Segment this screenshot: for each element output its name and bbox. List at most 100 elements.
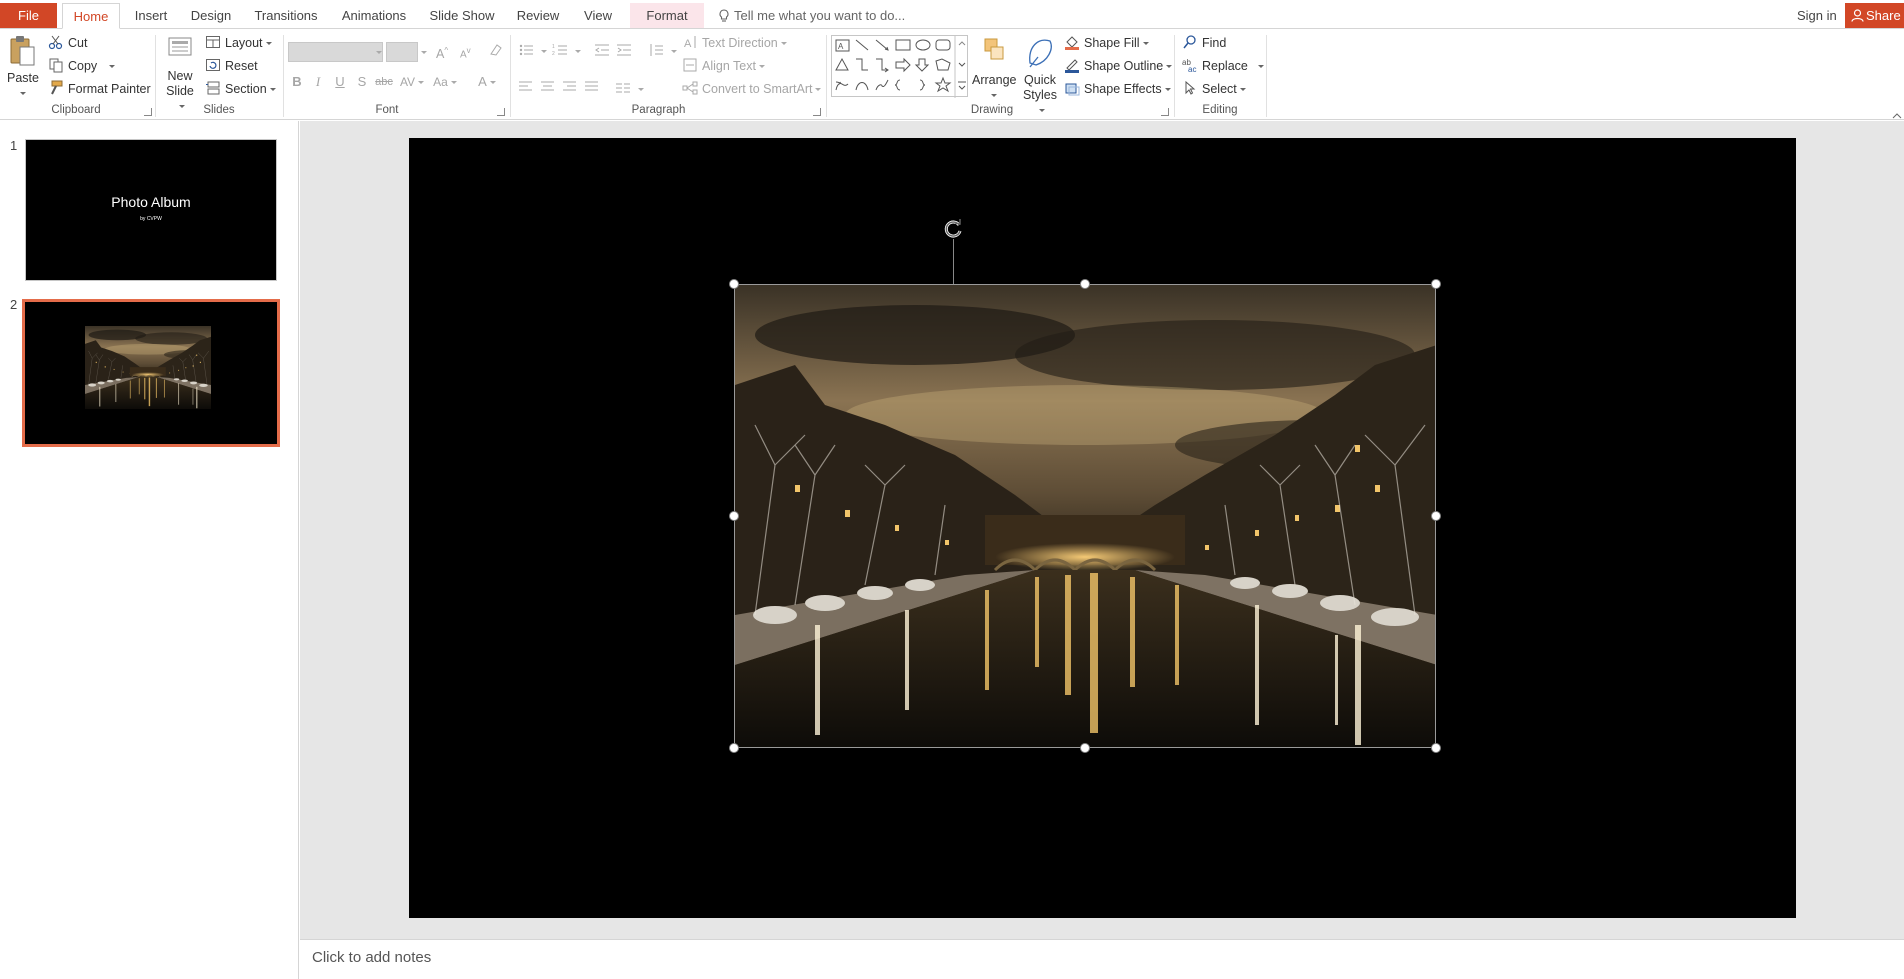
editing-group-label: Editing: [1202, 104, 1238, 116]
columns-button[interactable]: [615, 79, 644, 99]
shape-effects-button[interactable]: Shape Effects: [1064, 79, 1171, 99]
copy-button[interactable]: Copy: [48, 56, 116, 76]
paragraph-launcher-icon[interactable]: [813, 108, 821, 116]
tell-me-search[interactable]: Tell me what you want to do...: [718, 3, 905, 29]
resize-handle-top-left[interactable]: [729, 279, 739, 289]
svg-text:1: 1: [552, 44, 555, 50]
character-spacing-button[interactable]: AV: [399, 72, 425, 92]
arrange-label: Arrange: [972, 73, 1017, 87]
clear-formatting-icon[interactable]: [488, 41, 508, 61]
tab-design[interactable]: Design: [187, 3, 235, 29]
slide-1-subtitle: by CVPW: [140, 216, 162, 222]
sign-in-link[interactable]: Sign in: [1797, 3, 1837, 29]
slide-photo-canal-night[interactable]: [734, 284, 1436, 748]
slide-1-number: 1: [10, 138, 18, 153]
slide-1-title: Photo Album: [111, 194, 191, 210]
notes-pane[interactable]: Click to add notes: [300, 939, 1904, 979]
person-icon: [1851, 9, 1864, 22]
slide-2-thumbnail[interactable]: [22, 299, 280, 447]
shape-fill-label: Shape Fill: [1084, 36, 1140, 50]
bullets-button[interactable]: [518, 41, 547, 61]
svg-text:ac: ac: [1188, 65, 1196, 73]
font-color-button[interactable]: A: [474, 72, 500, 92]
drawing-group-label: Drawing: [970, 104, 1014, 116]
arrange-icon: [984, 38, 1004, 60]
shape-effects-label: Shape Effects: [1084, 82, 1162, 96]
align-text-button[interactable]: Align Text: [682, 56, 765, 76]
tab-insert[interactable]: Insert: [128, 3, 174, 29]
find-button[interactable]: Find: [1182, 33, 1226, 53]
tab-format[interactable]: Format: [630, 3, 704, 29]
font-name-combo[interactable]: [288, 42, 383, 62]
format-painter-button[interactable]: Format Painter: [48, 79, 151, 99]
section-button[interactable]: Section: [205, 79, 276, 99]
align-text-label: Align Text: [702, 59, 756, 73]
scissors-icon: [48, 35, 63, 50]
section-icon: [206, 81, 220, 95]
underline-button[interactable]: U: [331, 72, 349, 92]
editor-vertical-scrollbar[interactable]: [1898, 121, 1904, 939]
change-case-button[interactable]: Aa: [430, 72, 460, 92]
tab-view[interactable]: View: [580, 3, 616, 29]
tab-transitions[interactable]: Transitions: [252, 3, 320, 29]
arrange-button[interactable]: Arrange: [972, 35, 1016, 103]
line-spacing-icon[interactable]: [648, 41, 677, 61]
clipboard-launcher-icon[interactable]: [144, 108, 152, 116]
text-direction-button[interactable]: A Text Direction: [682, 33, 787, 53]
tab-slideshow[interactable]: Slide Show: [427, 3, 497, 29]
svg-text:A: A: [838, 42, 844, 51]
increase-font-icon[interactable]: A^: [436, 41, 448, 61]
layout-button[interactable]: Layout: [205, 33, 272, 53]
new-slide-button[interactable]: New Slide: [162, 35, 198, 114]
italic-button[interactable]: I: [309, 72, 327, 92]
decrease-indent-icon[interactable]: [594, 41, 614, 61]
replace-button[interactable]: ab ac Replace: [1182, 56, 1264, 76]
slide-1-thumbnail[interactable]: Photo Album by CVPW: [25, 139, 277, 281]
notes-placeholder: Click to add notes: [312, 949, 432, 966]
resize-handle-top[interactable]: [1080, 279, 1090, 289]
numbering-button[interactable]: 12: [552, 41, 581, 61]
convert-smartart-button[interactable]: Convert to SmartArt: [682, 79, 822, 99]
slide-editor-area[interactable]: [300, 121, 1904, 939]
font-size-dropdown-icon[interactable]: [418, 42, 427, 62]
font-size-combo[interactable]: [386, 42, 418, 62]
select-button[interactable]: Select: [1182, 79, 1246, 99]
columns-icon: [616, 83, 630, 93]
slide-2-number: 2: [10, 297, 18, 312]
current-slide-canvas[interactable]: [409, 138, 1796, 918]
rotate-handle-icon[interactable]: [942, 217, 964, 239]
text-direction-label: Text Direction: [702, 36, 778, 50]
text-shadow-button[interactable]: S: [353, 72, 371, 92]
resize-handle-left[interactable]: [729, 511, 739, 521]
resize-handle-bottom[interactable]: [1080, 743, 1090, 753]
drawing-launcher-icon[interactable]: [1161, 108, 1169, 116]
tab-review[interactable]: Review: [512, 3, 564, 29]
replace-icon: abac: [1182, 58, 1196, 73]
font-name-dropdown-icon[interactable]: [373, 42, 382, 62]
group-separator: [1266, 35, 1267, 117]
quick-styles-label-1: Quick: [1024, 73, 1056, 87]
tab-home[interactable]: Home: [62, 3, 120, 29]
resize-handle-right[interactable]: [1431, 511, 1441, 521]
resize-handle-bottom-left[interactable]: [729, 743, 739, 753]
shape-outline-button[interactable]: Shape Outline: [1064, 56, 1173, 76]
increase-indent-icon[interactable]: [616, 41, 636, 61]
numbering-icon: 12: [552, 44, 567, 57]
resize-handle-bottom-right[interactable]: [1431, 743, 1441, 753]
tab-animations[interactable]: Animations: [337, 3, 411, 29]
shapes-gallery[interactable]: A: [831, 35, 968, 98]
strikethrough-button[interactable]: abc: [375, 72, 393, 92]
resize-handle-top-right[interactable]: [1431, 279, 1441, 289]
reset-button[interactable]: Reset: [205, 56, 258, 76]
paintbrush-icon: [51, 80, 63, 95]
lightbulb-icon: [719, 9, 729, 22]
bold-button[interactable]: B: [288, 72, 306, 92]
cut-button[interactable]: Cut: [48, 33, 87, 53]
paragraph-alignment-icons[interactable]: [518, 79, 608, 99]
paste-button[interactable]: Paste: [5, 35, 41, 95]
tab-file[interactable]: File: [0, 3, 57, 29]
shape-fill-button[interactable]: Shape Fill: [1064, 33, 1149, 53]
share-button[interactable]: Share: [1845, 3, 1904, 29]
decrease-font-icon[interactable]: Av: [460, 41, 471, 61]
font-launcher-icon[interactable]: [497, 108, 505, 116]
